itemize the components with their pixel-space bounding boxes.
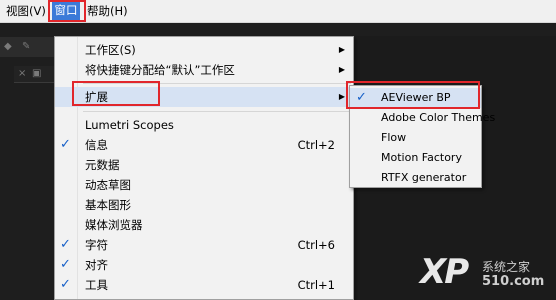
watermark-xp: XP <box>420 252 469 292</box>
menu-item-label: 字符 <box>85 238 108 252</box>
menu-item-motion-sketch[interactable]: 动态草图 <box>55 175 353 195</box>
check-icon: ✓ <box>60 237 71 252</box>
menu-item-label: 媒体浏览器 <box>85 218 143 232</box>
menu-item-metadata[interactable]: 元数据 <box>55 155 353 175</box>
watermark-site-domain: 510.com <box>482 274 545 289</box>
close-icon[interactable]: × <box>18 68 26 79</box>
lock-icon[interactable]: ▣ <box>32 68 41 79</box>
submenu-item-label: Adobe Color Themes <box>381 111 496 124</box>
menu-item-label: 工作区(S) <box>85 43 136 57</box>
menu-item-character[interactable]: ✓ 字符 Ctrl+6 <box>55 235 353 255</box>
check-icon: ✓ <box>60 277 71 292</box>
extensions-submenu: ✓ AEViewer BP Adobe Color Themes Flow Mo… <box>349 85 495 188</box>
watermark-site-name: 系统之家 <box>482 260 531 274</box>
menu-item-info[interactable]: ✓ 信息 Ctrl+2 <box>55 135 353 155</box>
menu-item-lumetri-scopes[interactable]: Lumetri Scopes <box>55 115 353 135</box>
menu-item-label: 元数据 <box>85 158 120 172</box>
menu-view[interactable]: 视图(V) <box>6 3 46 19</box>
pen-tool-icon[interactable]: ✎ <box>22 41 30 52</box>
submenu-item-motion-factory[interactable]: Motion Factory <box>350 148 481 168</box>
menu-separator <box>83 111 351 112</box>
menu-item-tools[interactable]: ✓ 工具 Ctrl+1 <box>55 275 353 295</box>
menu-window[interactable]: 窗口 <box>52 1 80 20</box>
menu-item-media-browser[interactable]: 媒体浏览器 <box>55 215 353 235</box>
shortcut-label: Ctrl+2 <box>297 138 335 152</box>
menu-item-label: 扩展 <box>85 90 108 104</box>
submenu-item-adobe-color-themes[interactable]: Adobe Color Themes <box>350 108 495 128</box>
submenu-item-aeviewer-bp[interactable]: ✓ AEViewer BP <box>350 88 481 108</box>
submenu-item-flow[interactable]: Flow <box>350 128 481 148</box>
menu-item-workspace[interactable]: 工作区(S) ▶ <box>55 40 353 60</box>
submenu-item-label: Flow <box>381 131 407 144</box>
menu-item-label: 工具 <box>85 278 108 292</box>
menu-item-essential-graphics[interactable]: 基本图形 <box>55 195 353 215</box>
selection-tool-icon[interactable]: ◆ <box>4 41 12 52</box>
menu-item-assign-shortcuts[interactable]: 将快捷键分配给“默认”工作区 ▶ <box>55 60 353 80</box>
check-icon: ✓ <box>60 257 71 272</box>
submenu-item-label: Motion Factory <box>381 151 462 164</box>
check-icon: ✓ <box>356 90 367 105</box>
check-icon: ✓ <box>60 137 71 152</box>
menu-help[interactable]: 帮助(H) <box>87 3 128 19</box>
menu-item-label: 信息 <box>85 138 108 152</box>
submenu-item-label: AEViewer BP <box>381 91 451 104</box>
menu-item-label: 对齐 <box>85 258 108 272</box>
submenu-arrow-icon: ▶ <box>338 65 345 74</box>
submenu-arrow-icon: ▶ <box>338 92 345 101</box>
menu-item-label: 基本图形 <box>85 198 131 212</box>
menu-item-align[interactable]: ✓ 对齐 <box>55 255 353 275</box>
window-menu: 工作区(S) ▶ 将快捷键分配给“默认”工作区 ▶ 扩展 ▶ Lumetri S… <box>54 36 354 300</box>
shortcut-label: Ctrl+1 <box>297 278 335 292</box>
menubar: 视图(V) 窗口 帮助(H) <box>0 0 556 23</box>
menu-item-extensions[interactable]: 扩展 ▶ <box>55 87 353 107</box>
shortcut-label: Ctrl+6 <box>297 238 335 252</box>
menu-item-label: Lumetri Scopes <box>85 118 174 132</box>
menu-separator <box>83 83 351 84</box>
menu-item-label: 动态草图 <box>85 178 131 192</box>
watermark-logo: XP 系统之家 510.com <box>420 252 556 300</box>
submenu-item-rtfx-generator[interactable]: RTFX generator <box>350 168 481 188</box>
submenu-arrow-icon: ▶ <box>338 45 345 54</box>
menu-item-label: 将快捷键分配给“默认”工作区 <box>85 63 235 77</box>
submenu-item-label: RTFX generator <box>381 171 467 184</box>
